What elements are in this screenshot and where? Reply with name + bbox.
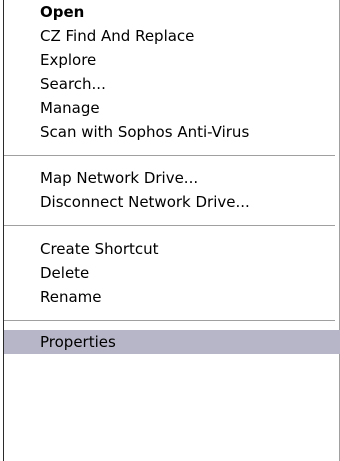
menu-separator xyxy=(4,155,335,157)
menu-item-delete[interactable]: Delete xyxy=(4,261,340,285)
menu-item-rename[interactable]: Rename xyxy=(4,285,340,309)
menu-item-disconnect-network-drive[interactable]: Disconnect Network Drive... xyxy=(4,190,340,214)
menu-item-properties[interactable]: Properties xyxy=(4,330,340,354)
menu-item-scan-with-sophos[interactable]: Scan with Sophos Anti-Virus xyxy=(4,120,340,144)
menu-item-search[interactable]: Search... xyxy=(4,72,340,96)
menu-separator xyxy=(4,320,335,322)
menu-item-create-shortcut[interactable]: Create Shortcut xyxy=(4,237,340,261)
menu-item-manage[interactable]: Manage xyxy=(4,96,340,120)
menu-item-open[interactable]: Open xyxy=(4,0,340,24)
menu-item-cz-find-and-replace[interactable]: CZ Find And Replace xyxy=(4,24,340,48)
menu-item-map-network-drive[interactable]: Map Network Drive... xyxy=(4,166,340,190)
menu-separator xyxy=(4,225,335,227)
menu-item-explore[interactable]: Explore xyxy=(4,48,340,72)
context-menu: Open CZ Find And Replace Explore Search.… xyxy=(0,0,340,461)
